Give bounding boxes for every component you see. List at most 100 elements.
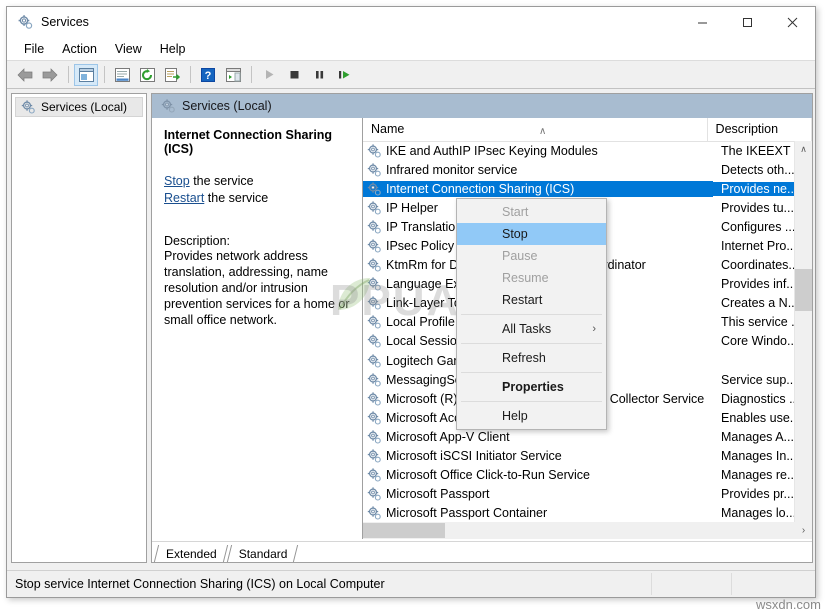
column-header-name[interactable]: Name ∧ [363, 118, 708, 141]
context-menu-item-label: Resume [502, 271, 549, 285]
selected-service-title: Internet Connection Sharing (ICS) [164, 128, 333, 156]
menu-action[interactable]: Action [53, 40, 106, 58]
service-name-cell: Microsoft App-V Client [363, 429, 713, 445]
table-row[interactable]: Microsoft iSCSI Initiator Service Manages… [363, 447, 812, 466]
scroll-up-icon[interactable]: ∧ [795, 141, 812, 158]
context-menu-item-restart[interactable]: Restart [457, 289, 606, 311]
watermark-site: wsxdn.com [755, 597, 821, 612]
context-menu-item-label: Pause [502, 249, 538, 263]
service-context-menu: Start Stop Pause Resume Restart All Tasks › Ref… [456, 198, 607, 430]
restart-service-icon[interactable] [332, 64, 356, 86]
status-bar-text: Stop service Internet Connection Sharing… [15, 577, 385, 591]
services-gear-icon [17, 14, 33, 30]
service-gear-icon [367, 430, 381, 444]
maximize-button[interactable] [725, 7, 770, 37]
tab-standard[interactable]: Standard [227, 544, 298, 562]
status-bar: Stop service Internet Connection Sharing… [7, 570, 815, 597]
table-row[interactable]: Internet Connection Sharing (ICS) Provide… [363, 179, 812, 198]
context-menu-separator [461, 343, 602, 344]
context-menu-item-all-tasks[interactable]: All Tasks › [457, 318, 606, 340]
menu-bar: File Action View Help [7, 37, 815, 60]
table-row[interactable]: Microsoft Passport Provides pr... [363, 485, 812, 504]
service-gear-icon [367, 487, 381, 501]
show-hide-console-tree-icon[interactable] [74, 63, 98, 86]
column-header-description-label: Description [715, 122, 779, 136]
list-vertical-scrollbar[interactable]: ∧ ∨ [794, 141, 812, 539]
service-gear-icon [367, 182, 381, 196]
submenu-chevron-icon: › [592, 323, 596, 335]
window-controls [680, 7, 815, 37]
title-bar: Services [7, 7, 815, 37]
tree-item-services-local[interactable]: Services (Local) [15, 97, 143, 117]
service-gear-icon [367, 411, 381, 425]
service-name-label: Microsoft App-V Client [386, 429, 510, 444]
pause-service-icon[interactable] [307, 64, 331, 86]
pane-header: Services (Local) [152, 94, 812, 118]
menu-view[interactable]: View [106, 40, 151, 58]
context-menu-item-stop[interactable]: Stop [457, 223, 606, 245]
context-menu-item-refresh[interactable]: Refresh [457, 347, 606, 369]
pane-header-label: Services (Local) [182, 99, 272, 113]
status-divider [731, 573, 732, 595]
services-gear-icon [161, 99, 175, 113]
scroll-right-icon[interactable]: › [795, 522, 812, 539]
service-gear-icon [367, 334, 381, 349]
service-name-label: Microsoft Passport Container [386, 506, 548, 521]
context-menu-item-help[interactable]: Help [457, 405, 606, 427]
restart-service-link[interactable]: Restart [164, 191, 204, 205]
service-gear-icon [367, 277, 381, 291]
refresh-icon[interactable] [135, 64, 159, 86]
window-title: Services [41, 15, 89, 29]
service-gear-icon [367, 392, 381, 406]
service-name-label: Microsoft Office Click-to-Run Service [386, 468, 590, 483]
view-tabs: Extended Standard [152, 541, 812, 562]
tab-extended-label: Extended [166, 547, 217, 561]
start-service-icon[interactable] [257, 64, 281, 86]
table-row[interactable]: IKE and AuthIP IPsec Keying Modules The I… [363, 141, 812, 160]
table-row[interactable]: Microsoft Passport Container Manages lo..… [363, 504, 812, 523]
tab-extended[interactable]: Extended [154, 544, 227, 562]
help-icon[interactable]: ? [196, 64, 220, 86]
table-row[interactable]: Microsoft Office Click-to-Run Service Man… [363, 466, 812, 485]
stop-service-suffix: the service [189, 174, 254, 188]
vertical-scroll-thumb[interactable] [795, 269, 812, 311]
stop-service-action: Stop the service [164, 173, 352, 190]
tab-standard-label: Standard [238, 547, 288, 561]
show-hide-action-pane-icon[interactable] [221, 64, 245, 86]
menu-help[interactable]: Help [151, 40, 195, 58]
tree-item-label: Services (Local) [41, 100, 128, 114]
service-name-cell: Internet Connection Sharing (ICS) [363, 180, 713, 197]
context-menu-item-properties[interactable]: Properties [457, 376, 606, 398]
context-menu-item-label: Stop [502, 227, 528, 241]
service-gear-icon [367, 258, 381, 272]
toolbar-separator [190, 66, 191, 83]
back-arrow-icon[interactable] [13, 64, 37, 86]
context-menu-item-start: Start [457, 201, 606, 223]
service-gear-icon [367, 201, 381, 215]
stop-service-icon[interactable] [282, 64, 306, 86]
service-name-label: Microsoft iSCSI Initiator Service [386, 449, 562, 464]
stop-service-link[interactable]: Stop [164, 174, 190, 188]
export-list-icon[interactable] [160, 64, 184, 86]
close-button[interactable] [770, 7, 815, 37]
menu-file[interactable]: File [15, 40, 53, 58]
service-gear-icon [367, 143, 381, 158]
context-menu-item-label: Restart [502, 293, 543, 307]
service-gear-icon [367, 296, 381, 310]
column-header-description[interactable]: Description [708, 118, 812, 141]
context-menu-item-pause: Pause [457, 245, 606, 267]
table-row[interactable]: Infrared monitor service Detects oth... [363, 160, 812, 179]
service-name-cell: Microsoft iSCSI Initiator Service [363, 448, 713, 464]
description-text: Provides network address translation, ad… [164, 249, 350, 327]
service-name-cell: Microsoft Office Click-to-Run Service [363, 467, 713, 483]
sort-ascending-icon: ∧ [539, 126, 547, 137]
service-name-cell: Microsoft Passport [363, 486, 713, 502]
table-row[interactable]: Microsoft App-V Client Manages A... [363, 427, 812, 446]
service-name-cell: Infrared monitor service [363, 162, 713, 178]
forward-arrow-icon[interactable] [38, 64, 62, 86]
service-gear-icon [367, 163, 381, 177]
minimize-button[interactable] [680, 7, 725, 37]
service-name-cell: Microsoft Passport Container [363, 505, 713, 521]
properties-icon[interactable] [110, 64, 134, 86]
service-name-label: Microsoft Passport [386, 487, 490, 502]
